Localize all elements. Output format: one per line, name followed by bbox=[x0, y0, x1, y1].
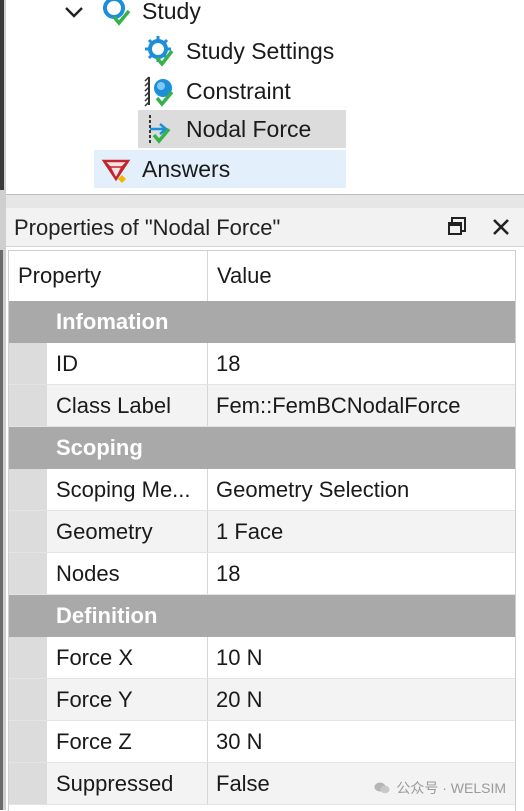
property-grid: Property Value Infomation ID 18 Class La… bbox=[8, 250, 516, 811]
property-row[interactable]: Geometry 1 Face bbox=[9, 511, 515, 553]
tree-item-label: Constraint bbox=[186, 77, 291, 104]
tree-item-study[interactable]: Study bbox=[100, 0, 320, 30]
property-key: Force Z bbox=[47, 721, 208, 762]
panel-title: Properties of "Nodal Force" bbox=[14, 215, 281, 240]
model-tree: Study Study Settings Constraint Nodal Fo… bbox=[6, 0, 522, 194]
category-label: Infomation bbox=[56, 309, 169, 334]
property-row[interactable]: Force Y 20 N bbox=[9, 679, 515, 721]
tree-item-label: Study bbox=[142, 0, 201, 24]
column-header-value[interactable]: Value bbox=[208, 251, 515, 301]
category-row[interactable]: Scoping bbox=[9, 427, 515, 469]
property-key: Suppressed bbox=[47, 763, 208, 804]
property-value[interactable]: 18 bbox=[208, 553, 515, 594]
property-key: Class Label bbox=[47, 385, 208, 426]
property-value[interactable]: Geometry Selection bbox=[208, 469, 515, 510]
study-icon bbox=[103, 0, 131, 26]
category-row[interactable]: Infomation bbox=[9, 301, 515, 343]
property-value[interactable]: 10 N bbox=[208, 637, 515, 678]
property-key: Geometry bbox=[47, 511, 208, 552]
grid-header: Property Value bbox=[9, 251, 515, 301]
property-key: ID bbox=[47, 343, 208, 384]
property-key: Force Y bbox=[47, 679, 208, 720]
wechat-icon bbox=[374, 782, 390, 794]
property-row[interactable]: Force X 10 N bbox=[9, 637, 515, 679]
property-row[interactable]: ID 18 bbox=[9, 343, 515, 385]
property-row[interactable]: Nodes 18 bbox=[9, 553, 515, 595]
properties-panel-header: Properties of "Nodal Force" bbox=[6, 208, 524, 247]
tree-item-label: Answers bbox=[142, 155, 231, 182]
category-label: Definition bbox=[56, 603, 158, 628]
property-value[interactable]: 20 N bbox=[208, 679, 515, 720]
watermark-text: 公众号 · WELSIM bbox=[396, 780, 506, 796]
property-key: Scoping Me... bbox=[47, 469, 208, 510]
gear-check-icon bbox=[145, 36, 174, 67]
property-row[interactable]: Scoping Me... Geometry Selection bbox=[9, 469, 515, 511]
property-row[interactable]: Class Label Fem::FemBCNodalForce bbox=[9, 385, 515, 427]
tree-item-nodal-force[interactable]: Nodal Force bbox=[138, 110, 346, 148]
watermark: 公众号 · WELSIM bbox=[374, 778, 506, 798]
chevron-down-icon[interactable] bbox=[62, 0, 86, 26]
tree-item-label: Study Settings bbox=[186, 37, 335, 64]
property-value[interactable]: Fem::FemBCNodalForce bbox=[208, 385, 515, 426]
tree-item-answers[interactable]: Answers bbox=[94, 150, 346, 188]
property-key: Force X bbox=[47, 637, 208, 678]
property-value[interactable]: 30 N bbox=[208, 721, 515, 762]
property-value[interactable]: 18 bbox=[208, 343, 515, 384]
answers-gem-icon bbox=[101, 159, 131, 183]
constraint-icon bbox=[144, 76, 174, 107]
nodal-force-icon bbox=[149, 115, 171, 144]
property-key: Nodes bbox=[47, 553, 208, 594]
column-header-property[interactable]: Property bbox=[9, 251, 208, 301]
pane-splitter[interactable] bbox=[6, 194, 524, 209]
restore-window-icon[interactable] bbox=[446, 214, 472, 240]
tree-item-constraint[interactable]: Constraint bbox=[144, 72, 364, 110]
close-icon[interactable] bbox=[488, 214, 514, 240]
tree-item-study-settings[interactable]: Study Settings bbox=[144, 32, 364, 70]
category-label: Scoping bbox=[56, 435, 143, 460]
property-row[interactable]: Force Z 30 N bbox=[9, 721, 515, 763]
property-value[interactable]: 1 Face bbox=[208, 511, 515, 552]
category-row[interactable]: Definition bbox=[9, 595, 515, 637]
tree-item-label: Nodal Force bbox=[186, 115, 312, 142]
